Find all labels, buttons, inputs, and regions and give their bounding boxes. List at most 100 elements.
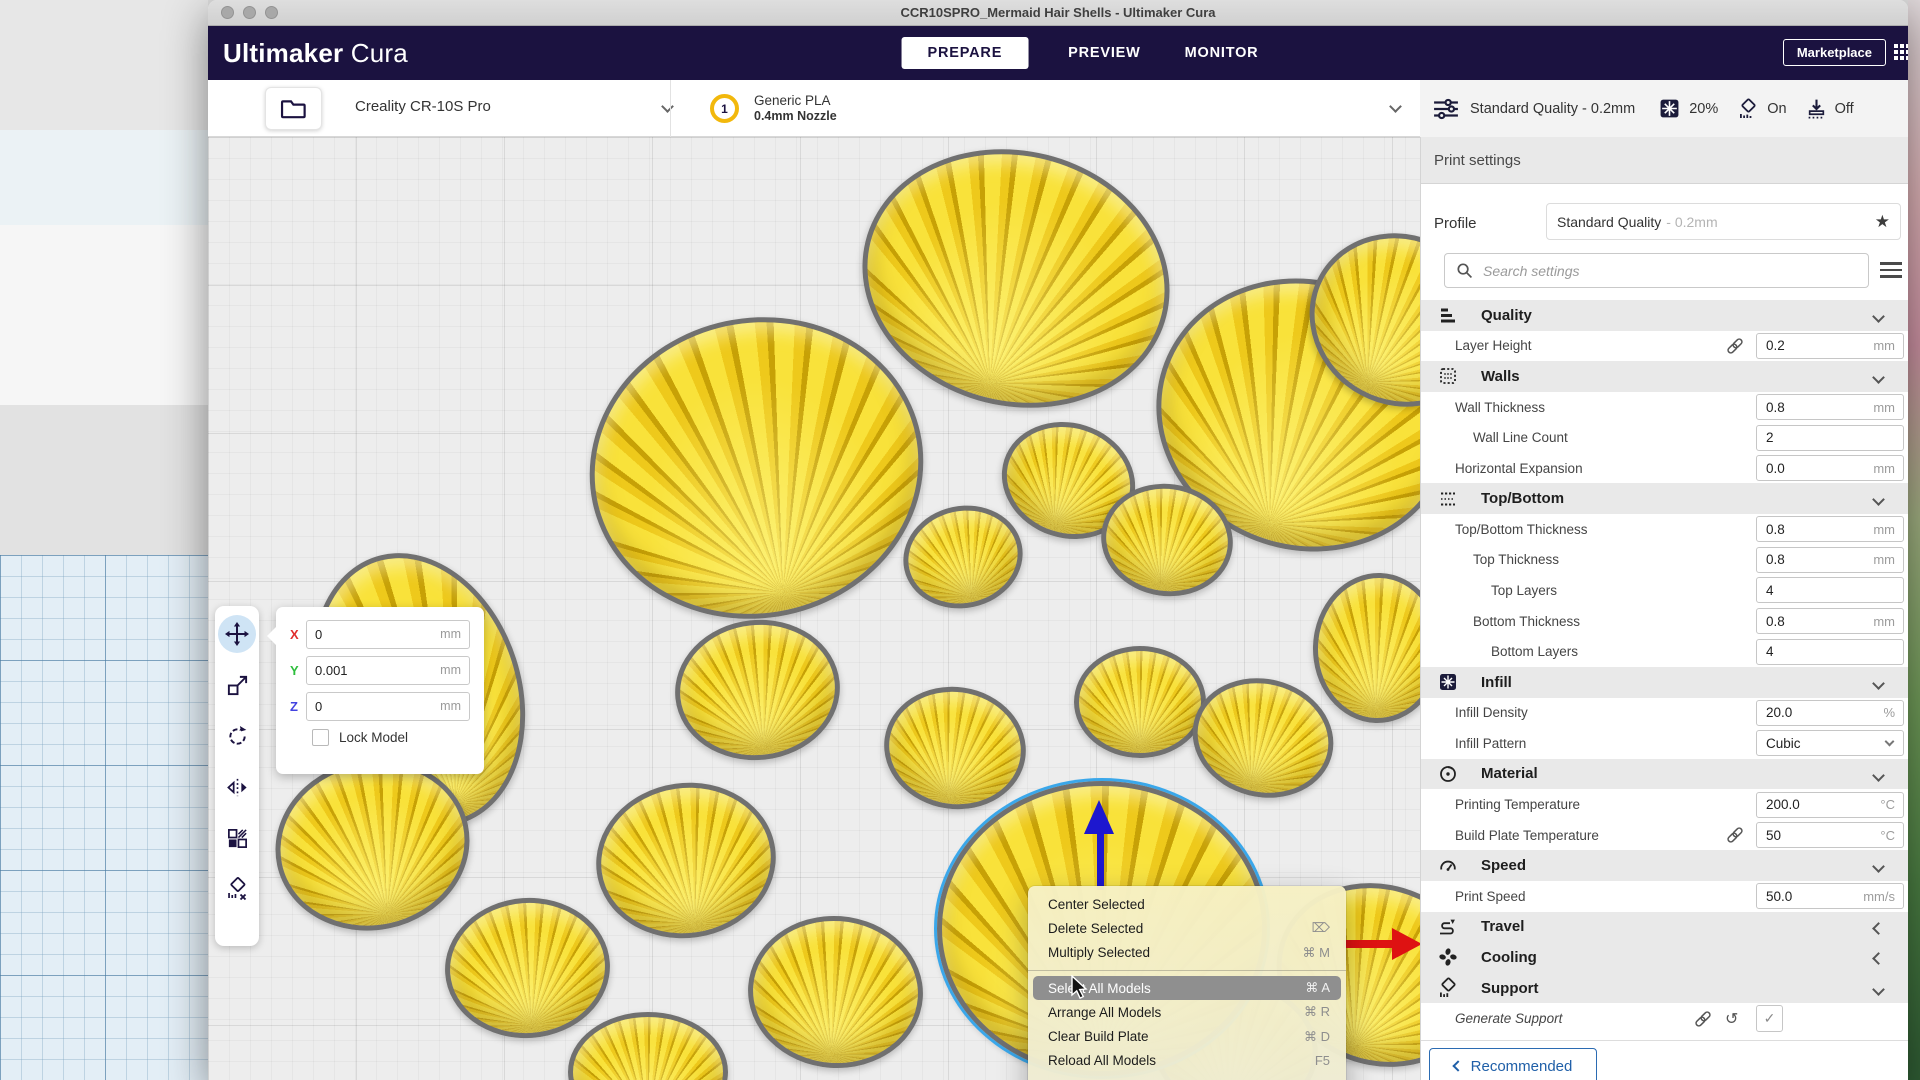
section-speed[interactable]: Speed [1421,850,1908,881]
setting-input[interactable]: 4 [1756,639,1904,665]
setting-bottom-layers[interactable]: Bottom Layers4 [1421,636,1908,667]
marketplace-button[interactable]: Marketplace [1783,39,1886,66]
model-shell[interactable] [1074,646,1206,758]
tab-monitor[interactable]: MONITOR [1181,37,1263,69]
setting-input[interactable]: 50.0mm/s [1756,883,1904,909]
chevron-down-icon[interactable] [1872,371,1885,384]
menu-item-reset-all-model-positions[interactable]: Reset All Model Positions [1028,1073,1346,1080]
setting-input[interactable]: 0.8mm [1756,547,1904,573]
section-label: Quality [1481,307,1532,324]
summary-profile: Standard Quality - 0.2mm [1470,101,1635,117]
section-quality[interactable]: Quality [1421,300,1908,331]
setting-printing-temperature[interactable]: Printing Temperature200.0°C [1421,789,1908,820]
setting-input[interactable]: 0.8mm [1756,516,1904,542]
revert-icon[interactable]: ↺ [1725,1009,1738,1029]
setting-dropdown[interactable]: Cubic [1756,730,1904,756]
chevron-down-icon[interactable] [1872,677,1885,690]
section-walls[interactable]: Walls [1421,361,1908,392]
setting-input[interactable]: 4 [1756,577,1904,603]
mirror-tool-button[interactable] [218,768,256,806]
chevron-down-icon[interactable] [1872,310,1885,323]
model-shell[interactable] [894,495,1033,620]
chevron-down-icon[interactable] [1872,494,1885,507]
move-tool-button[interactable] [218,615,256,653]
setting-top-layers[interactable]: Top Layers4 [1421,575,1908,606]
lock-model-checkbox[interactable] [312,729,329,746]
section-travel[interactable]: Travel [1421,912,1908,943]
window-title: CCR10SPRO_Mermaid Hair Shells - Ultimake… [208,0,1908,26]
tab-prepare[interactable]: PREPARE [902,37,1029,69]
menu-item-center-selected[interactable]: Center Selected [1028,892,1346,916]
move-handle-y-axis[interactable] [1084,800,1116,890]
chevron-left-icon[interactable] [1872,952,1885,965]
setting-input[interactable]: 2 [1756,425,1904,451]
setting-build-plate-temperature[interactable]: Build Plate Temperature50°C [1421,820,1908,851]
star-icon[interactable]: ★ [1875,212,1890,232]
axis-input-y[interactable]: 0.001mm [306,656,470,685]
move-handle-x-axis[interactable] [1343,927,1422,961]
rotate-tool-button[interactable] [218,717,256,755]
model-shell[interactable] [568,1012,728,1080]
print-setup-summary[interactable]: Standard Quality - 0.2mm 20% On Off [1420,80,1908,137]
setting-horizontal-expansion[interactable]: Horizontal Expansion0.0mm [1421,453,1908,484]
axis-input-z[interactable]: 0mm [306,692,470,721]
chevron-down-icon[interactable] [1872,769,1885,782]
chevron-left-icon[interactable] [1872,922,1885,935]
setting-input[interactable]: 200.0°C [1756,792,1904,818]
chevron-down-icon[interactable] [661,100,674,113]
section-material[interactable]: Material [1421,759,1908,790]
printer-selector[interactable]: Creality CR-10S Pro [355,98,491,115]
axis-input-x[interactable]: 0mm [306,620,470,649]
setting-input[interactable]: 0.2mm [1756,333,1904,359]
setting-label: Top/Bottom Thickness [1455,522,1588,537]
link-icon[interactable] [1725,825,1745,845]
profile-dropdown[interactable]: Standard Quality - 0.2mm ★ [1546,203,1901,240]
setting-input[interactable]: 0.8mm [1756,394,1904,420]
section-top-bottom[interactable]: Top/Bottom [1421,483,1908,514]
setting-wall-line-count[interactable]: Wall Line Count2 [1421,422,1908,453]
setting-input[interactable]: 20.0% [1756,700,1904,726]
setting-input[interactable]: 0.0mm [1756,455,1904,481]
section-infill[interactable]: Infill [1421,667,1908,698]
model-shell[interactable] [440,892,614,1043]
settings-menu-icon[interactable] [1880,258,1902,282]
setting-print-speed[interactable]: Print Speed50.0mm/s [1421,881,1908,912]
model-shell[interactable] [668,612,847,768]
section-support[interactable]: Support [1421,973,1908,1004]
chevron-down-icon[interactable] [1389,100,1402,113]
support-icon [1437,977,1459,999]
setting-checkbox[interactable]: ✓ [1756,1005,1783,1032]
setting-bottom-thickness[interactable]: Bottom Thickness0.8mm [1421,606,1908,637]
setting-infill-density[interactable]: Infill Density20.0% [1421,698,1908,729]
setting-infill-pattern[interactable]: Infill PatternCubic [1421,728,1908,759]
menu-item-clear-build-plate[interactable]: Clear Build Plate⌘ D [1028,1024,1346,1048]
chevron-down-icon[interactable] [1872,861,1885,874]
per-model-settings-button[interactable] [218,819,256,857]
chevron-down-icon[interactable] [1872,983,1885,996]
setting-top-thickness[interactable]: Top Thickness0.8mm [1421,545,1908,576]
link-icon[interactable] [1725,336,1745,356]
setting-generate-support[interactable]: Generate Support↺✓ [1421,1003,1908,1034]
support-blocker-button[interactable] [218,870,256,908]
menu-item-multiply-selected[interactable]: Multiply Selected⌘ M [1028,941,1346,965]
setting-layer-height[interactable]: Layer Height0.2mm [1421,331,1908,362]
menu-item-reload-all-models[interactable]: Reload All ModelsF5 [1028,1049,1346,1073]
setting-top-bottom-thickness[interactable]: Top/Bottom Thickness 0.8mm [1421,514,1908,545]
apps-grid-icon[interactable] [1894,44,1908,62]
recommended-mode-button[interactable]: Recommended [1429,1048,1597,1080]
menu-item-delete-selected[interactable]: Delete Selected⌦ [1028,916,1346,940]
setting-input[interactable]: 0.8mm [1756,608,1904,634]
section-cooling[interactable]: Cooling [1421,942,1908,973]
search-input[interactable] [1483,263,1868,279]
recommended-label: Recommended [1471,1058,1573,1075]
model-shell[interactable] [742,910,927,1074]
material-selector[interactable]: Generic PLA [754,93,831,108]
setting-input[interactable]: 50°C [1756,822,1904,848]
scale-tool-button[interactable] [218,666,256,704]
setting-wall-thickness[interactable]: Wall Thickness0.8mm [1421,392,1908,423]
model-shell[interactable] [586,771,786,950]
link-icon[interactable] [1693,1009,1713,1029]
model-shell[interactable] [876,678,1034,819]
open-file-button[interactable] [265,87,322,130]
tab-preview[interactable]: PREVIEW [1064,37,1144,69]
